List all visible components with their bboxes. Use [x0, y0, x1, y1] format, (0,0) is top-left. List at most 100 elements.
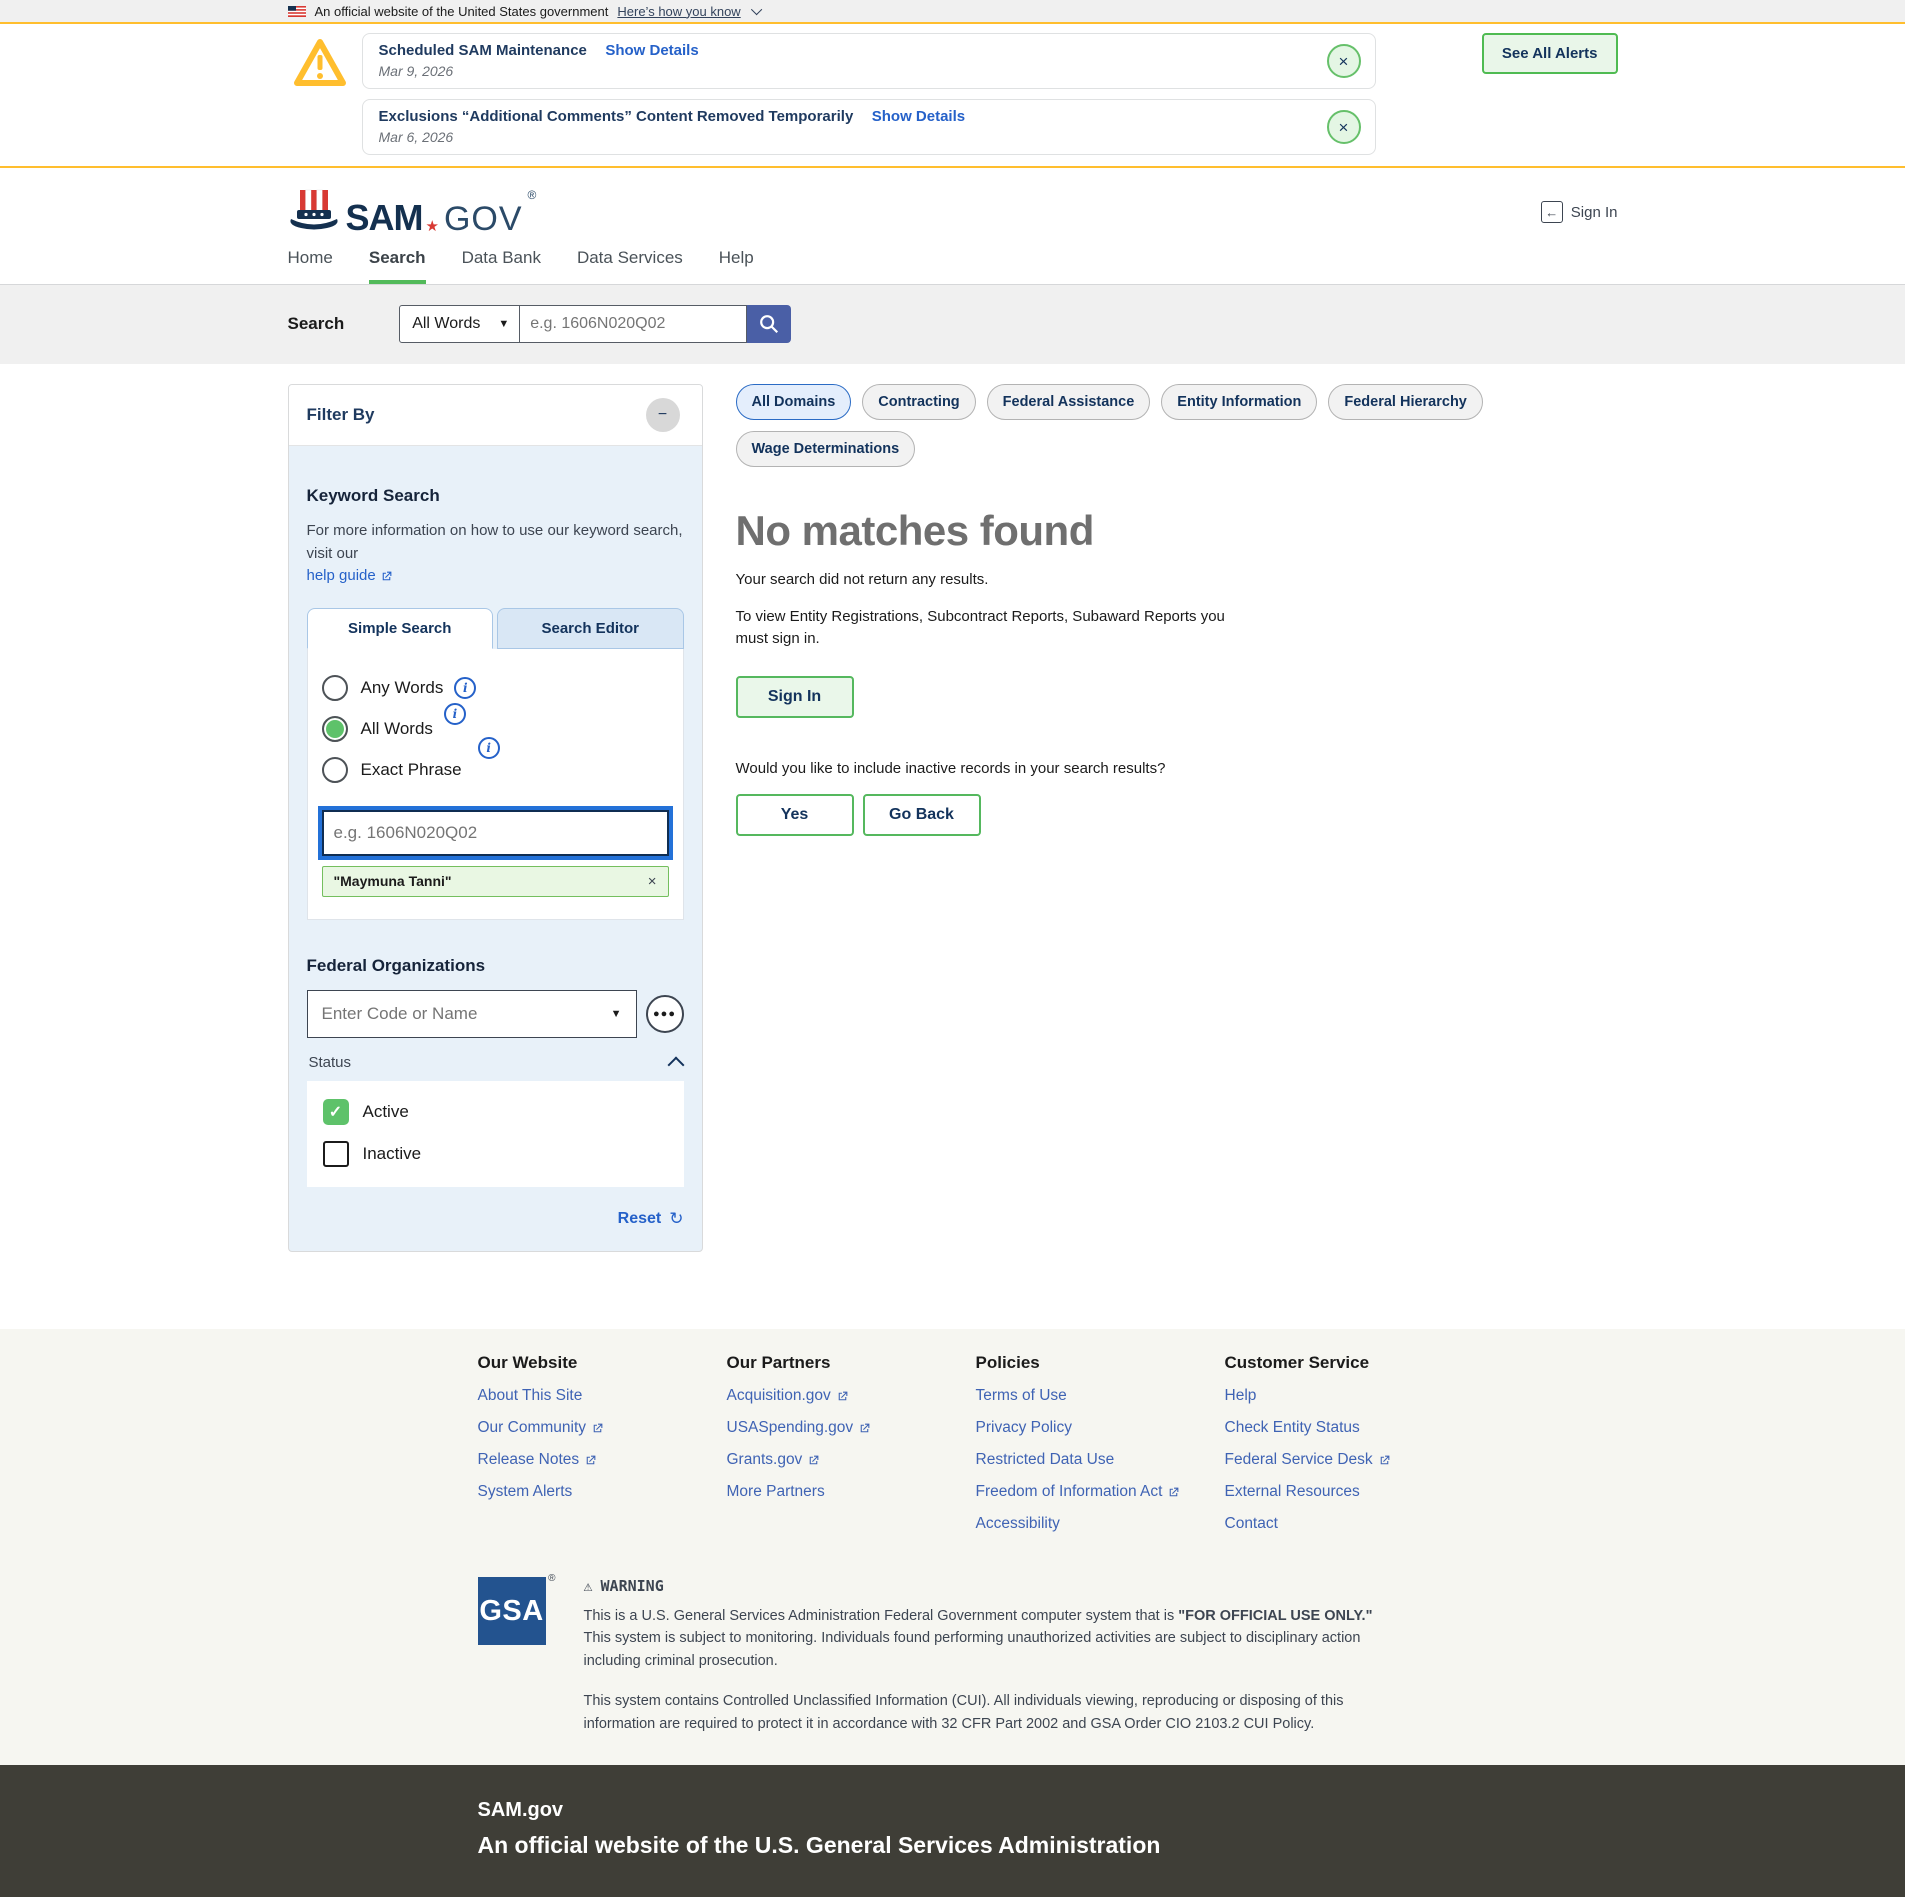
footer-column-heading: Our Partners	[727, 1353, 976, 1373]
checkbox-inactive[interactable]	[323, 1141, 349, 1167]
search-band: Search All Words ▼	[0, 285, 1905, 364]
domain-pill-entity-information[interactable]: Entity Information	[1161, 384, 1317, 420]
system-warning: ⚠ WARNING This is a U.S. General Service…	[584, 1577, 1374, 1735]
yes-button[interactable]: Yes	[736, 794, 854, 836]
footer-link-usaspending-gov[interactable]: USASpending.gov	[727, 1419, 976, 1437]
keyword-tag: "Maymuna Tanni" ×	[322, 866, 669, 897]
info-icon[interactable]: i	[454, 677, 476, 699]
checkbox-active[interactable]: ✓	[323, 1099, 349, 1125]
us-flag-icon	[288, 6, 306, 17]
domain-pill-all-domains[interactable]: All Domains	[736, 384, 852, 420]
simple-search-panel: Any Words i All Words i Exact Phrase i "…	[307, 649, 684, 920]
footer-link-grants-gov[interactable]: Grants.gov	[727, 1451, 976, 1469]
federal-orgs-select[interactable]: Enter Code or Name ▼	[307, 990, 637, 1038]
footer-link-about-this-site[interactable]: About This Site	[478, 1387, 727, 1405]
tab-simple-search[interactable]: Simple Search	[307, 608, 494, 649]
no-results-message: Your search did not return any results.	[736, 571, 1618, 588]
warning-paragraph-1: This is a U.S. General Services Administ…	[584, 1605, 1374, 1672]
header-sign-in-link[interactable]: ← Sign In	[1541, 201, 1618, 223]
footer-link-accessibility[interactable]: Accessibility	[976, 1515, 1225, 1533]
keyword-search-input[interactable]	[322, 810, 669, 856]
nav-item-home[interactable]: Home	[288, 248, 333, 284]
domain-pill-contracting[interactable]: Contracting	[862, 384, 975, 420]
footer-link-federal-service-desk[interactable]: Federal Service Desk	[1225, 1451, 1474, 1469]
federal-orgs-placeholder: Enter Code or Name	[322, 1004, 478, 1024]
external-link-icon	[807, 1454, 820, 1467]
footer-link-label: More Partners	[727, 1483, 825, 1501]
nav-item-data-services[interactable]: Data Services	[577, 248, 683, 284]
radio-exact-phrase[interactable]	[322, 757, 348, 783]
footer-official-statement: An official website of the U.S. General …	[478, 1832, 1618, 1859]
close-icon: ×	[1339, 52, 1349, 71]
remove-tag-icon[interactable]: ×	[648, 873, 657, 890]
results-section: All Domains Contracting Federal Assistan…	[736, 384, 1618, 836]
close-alert-button[interactable]: ×	[1327, 44, 1361, 78]
search-submit-button[interactable]	[747, 305, 791, 343]
search-type-select[interactable]: All Words ▼	[399, 305, 520, 343]
global-search-input[interactable]	[520, 305, 747, 343]
radio-any-words[interactable]	[322, 675, 348, 701]
sam-gov-logo[interactable]: SAM★GOV®	[288, 188, 537, 236]
footer-link-label: USASpending.gov	[727, 1419, 854, 1437]
domain-pill-federal-assistance[interactable]: Federal Assistance	[987, 384, 1151, 420]
footer-link-label: Our Community	[478, 1419, 587, 1437]
footer-link-terms-of-use[interactable]: Terms of Use	[976, 1387, 1225, 1405]
status-section-toggle[interactable]: Status	[307, 1054, 684, 1071]
close-alert-button[interactable]: ×	[1327, 110, 1361, 144]
see-all-alerts-button[interactable]: See All Alerts	[1482, 33, 1618, 74]
external-link-icon	[1378, 1454, 1391, 1467]
external-link-icon	[591, 1422, 604, 1435]
footer-link-contact[interactable]: Contact	[1225, 1515, 1474, 1533]
footer-link-label: Contact	[1225, 1515, 1278, 1533]
alerts-band: Scheduled SAM Maintenance Show Details M…	[0, 22, 1905, 168]
alert-card: Exclusions “Additional Comments” Content…	[362, 99, 1376, 155]
collapse-filter-button[interactable]: −	[646, 398, 680, 432]
how-you-know-link[interactable]: Here’s how you know	[617, 4, 740, 19]
nav-item-search[interactable]: Search	[369, 248, 426, 284]
logo-text-gov: GOV	[444, 202, 523, 236]
more-options-button[interactable]: ●●●	[646, 995, 684, 1033]
footer-link-privacy-policy[interactable]: Privacy Policy	[976, 1419, 1225, 1437]
info-icon[interactable]: i	[478, 737, 500, 759]
chevron-down-icon	[751, 4, 762, 15]
nav-item-data-bank[interactable]: Data Bank	[462, 248, 541, 284]
info-icon[interactable]: i	[444, 703, 466, 725]
footer-link-release-notes[interactable]: Release Notes	[478, 1451, 727, 1469]
footer-link-check-entity-status[interactable]: Check Entity Status	[1225, 1419, 1474, 1437]
footer-link-foia[interactable]: Freedom of Information Act	[976, 1483, 1225, 1501]
domain-pill-wage-determinations[interactable]: Wage Determinations	[736, 431, 916, 467]
footer-link-our-community[interactable]: Our Community	[478, 1419, 727, 1437]
footer-link-acquisition-gov[interactable]: Acquisition.gov	[727, 1387, 976, 1405]
filter-panel: Filter By − Keyword Search For more info…	[288, 384, 703, 1252]
status-heading: Status	[309, 1054, 352, 1071]
footer-link-external-resources[interactable]: External Resources	[1225, 1483, 1474, 1501]
federal-orgs-heading: Federal Organizations	[307, 956, 684, 976]
footer-link-label: Freedom of Information Act	[976, 1483, 1163, 1501]
footer-link-more-partners[interactable]: More Partners	[727, 1483, 976, 1501]
reset-icon[interactable]: ↻	[669, 1209, 683, 1229]
domain-pill-federal-hierarchy[interactable]: Federal Hierarchy	[1328, 384, 1483, 420]
footer-column-heading: Policies	[976, 1353, 1225, 1373]
gsa-logo: GSA	[478, 1577, 546, 1645]
help-guide-link[interactable]: help guide	[307, 565, 393, 588]
show-details-link[interactable]: Show Details	[872, 108, 965, 125]
nav-item-help[interactable]: Help	[719, 248, 754, 284]
filter-panel-title: Filter By	[307, 405, 375, 425]
footer-link-system-alerts[interactable]: System Alerts	[478, 1483, 727, 1501]
tab-search-editor[interactable]: Search Editor	[497, 608, 684, 649]
sign-in-button[interactable]: Sign In	[736, 676, 854, 718]
footer-link-help[interactable]: Help	[1225, 1387, 1474, 1405]
footer-link-label: System Alerts	[478, 1483, 573, 1501]
go-back-button[interactable]: Go Back	[863, 794, 981, 836]
radio-all-words[interactable]	[322, 716, 348, 742]
footer-link-label: External Resources	[1225, 1483, 1360, 1501]
header-sign-in-label: Sign In	[1571, 204, 1618, 221]
reset-filters-link[interactable]: Reset	[618, 1210, 662, 1228]
gov-banner-text: An official website of the United States…	[315, 4, 609, 19]
footer-column-our-website: Our Website About This Site Our Communit…	[478, 1353, 727, 1533]
external-link-icon	[380, 570, 393, 583]
footer-link-restricted-data-use[interactable]: Restricted Data Use	[976, 1451, 1225, 1469]
warning-text-bold: "FOR OFFICIAL USE ONLY."	[1178, 1608, 1372, 1624]
minus-icon: −	[658, 406, 667, 423]
show-details-link[interactable]: Show Details	[605, 42, 698, 59]
